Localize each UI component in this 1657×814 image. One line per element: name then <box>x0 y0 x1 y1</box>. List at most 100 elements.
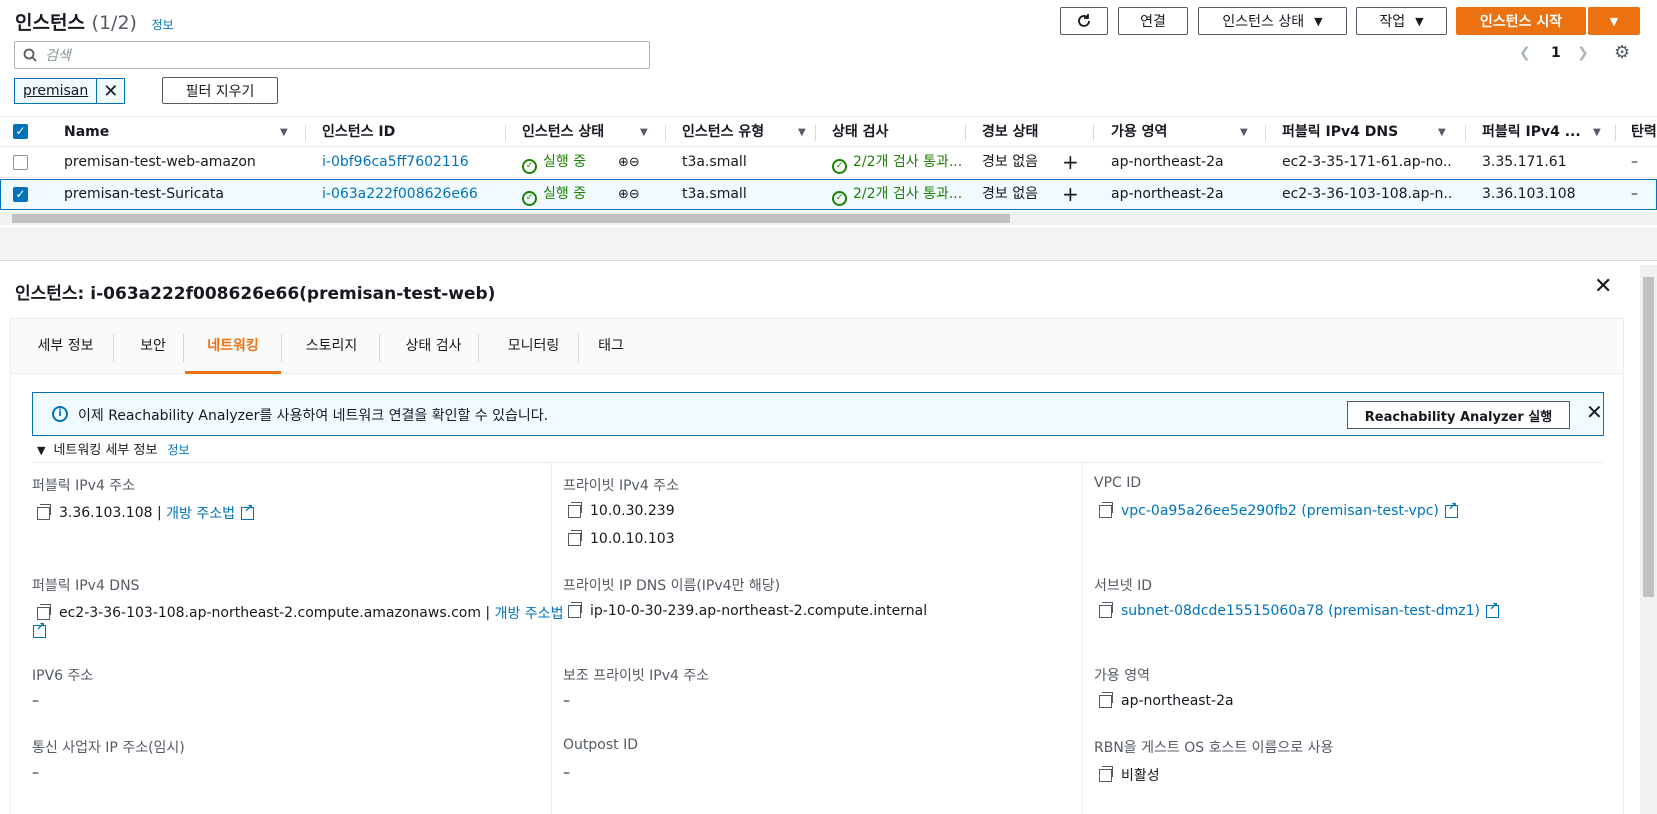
column-divider <box>965 125 966 141</box>
prev-page-icon[interactable]: ❮ <box>1519 45 1531 61</box>
secondary-private-ipv4-label: 보조 프라이빗 IPv4 주소 <box>563 668 710 684</box>
tab-monitoring[interactable]: 모니터링 <box>491 319 576 374</box>
cell-type: t3a.small <box>682 154 747 170</box>
row-checkbox[interactable]: ✓ <box>13 187 28 202</box>
tab-storage[interactable]: 스토리지 <box>294 319 369 374</box>
table-row[interactable]: premisan-test-web-amazon i-0bf96ca5ff760… <box>0 147 1657 178</box>
selection-count: (1/2) <box>91 12 137 34</box>
copy-icon[interactable] <box>1099 501 1113 518</box>
caret-down-icon: ▼ <box>1609 14 1619 28</box>
actions-dropdown[interactable]: 작업 ▼ <box>1356 7 1447 35</box>
copy-icon[interactable] <box>568 601 582 618</box>
cell-instance-id-link[interactable]: i-0bf96ca5ff7602116 <box>322 147 469 178</box>
open-address-link[interactable]: 개방 주소법 <box>495 603 564 623</box>
instance-state-dropdown[interactable]: 인스턴스 상태 ▼ <box>1198 7 1347 35</box>
az-text: ap-northeast-2a <box>1121 693 1234 709</box>
vertical-scrollbar[interactable] <box>1640 265 1657 814</box>
vpc-link[interactable]: vpc-0a95a26ee5e290fb2 (premisan-test-vpc… <box>1121 503 1439 519</box>
launch-instance-button[interactable]: 인스턴스 시작 <box>1456 7 1586 35</box>
external-link-icon[interactable] <box>33 620 46 642</box>
table-header: ✓ Name ▼ 인스턴스 ID 인스턴스 상태 ▼ 인스턴스 유형 ▼ 상태 … <box>0 116 1657 147</box>
clear-filters-label: 필터 지우기 <box>185 83 255 100</box>
col-instance-id[interactable]: 인스턴스 ID <box>322 117 482 148</box>
horizontal-scrollbar[interactable] <box>0 212 1657 225</box>
copy-icon[interactable] <box>1099 601 1113 618</box>
tab-details[interactable]: 세부 정보 <box>33 319 98 374</box>
ipv6-label: IPV6 주소 <box>32 668 94 684</box>
close-icon[interactable]: ✕ <box>1594 274 1612 299</box>
sort-icon[interactable]: ▼ <box>280 117 288 148</box>
tab-security[interactable]: 보안 <box>129 319 177 374</box>
col-name[interactable]: Name <box>64 117 264 148</box>
select-all-checkbox[interactable]: ✓ <box>13 124 28 139</box>
col-public-dns[interactable]: 퍼블릭 IPv4 DNS <box>1282 117 1422 148</box>
col-public-ipv4[interactable]: 퍼블릭 IPv4 ... <box>1482 117 1587 148</box>
info-link[interactable]: 정보 <box>167 443 189 457</box>
private-ipv4-value-2: 10.0.10.103 <box>568 529 675 547</box>
open-address-link[interactable]: 개방 주소법 <box>166 503 235 523</box>
secondary-private-ipv4-value: – <box>563 693 570 709</box>
copy-icon[interactable] <box>37 603 51 620</box>
row-checkbox[interactable] <box>13 155 28 170</box>
cell-status-check[interactable]: ✓ 2/2개 검사 통과... <box>832 147 966 178</box>
copy-icon[interactable] <box>568 501 582 518</box>
tab-status-checks[interactable]: 상태 검사 <box>391 319 476 374</box>
sort-icon[interactable]: ▼ <box>1240 117 1248 148</box>
launch-dropdown-button[interactable]: ▼ <box>1588 7 1640 35</box>
add-alarm-plus-icon[interactable]: + <box>1062 147 1079 178</box>
copy-icon[interactable] <box>568 529 582 546</box>
clear-filters-button[interactable]: 필터 지우기 <box>162 77 278 104</box>
tab-networking[interactable]: 네트워킹 <box>185 319 281 374</box>
copy-icon[interactable] <box>1099 765 1113 782</box>
sort-icon[interactable]: ▼ <box>640 117 648 148</box>
cell-instance-id-link[interactable]: i-063a222f008626e66 <box>322 179 478 210</box>
settings-gear-icon[interactable]: ⚙ <box>1614 42 1630 63</box>
col-instance-type[interactable]: 인스턴스 유형 <box>682 117 797 148</box>
check-circle-icon: ✓ <box>832 191 847 206</box>
zoom-icon[interactable]: ⊕⊖ <box>618 179 640 210</box>
external-link-icon[interactable] <box>1444 500 1458 518</box>
copy-icon[interactable] <box>1099 691 1113 708</box>
sort-icon[interactable]: ▼ <box>1593 117 1601 148</box>
search-input[interactable]: 검색 <box>14 41 650 69</box>
tab-tags[interactable]: 태그 <box>591 319 631 374</box>
col-availability-zone[interactable]: 가용 영역 <box>1111 117 1231 148</box>
page-number[interactable]: 1 <box>1551 45 1561 61</box>
copy-icon[interactable] <box>37 503 51 520</box>
close-icon[interactable]: ✕ <box>1586 400 1603 424</box>
sort-icon[interactable]: ▼ <box>798 117 806 148</box>
state-text: 실행 중 <box>543 154 587 170</box>
tab-divider <box>113 334 114 362</box>
col-alarm-status[interactable]: 경보 상태 <box>982 117 1082 148</box>
connect-button[interactable]: 연결 <box>1118 7 1188 35</box>
cell-az: ap-northeast-2a <box>1111 154 1224 170</box>
caret-down-icon: ▼ <box>1314 14 1323 28</box>
cell-status-check[interactable]: ✓ 2/2개 검사 통과... <box>832 179 966 210</box>
external-link-icon[interactable] <box>1486 600 1499 618</box>
reachability-analyzer-button[interactable]: Reachability Analyzer 실행 <box>1347 401 1570 429</box>
add-alarm-plus-icon[interactable]: + <box>1062 179 1079 210</box>
rbn-label: RBN을 게스트 OS 호스트 이름으로 사용 <box>1094 740 1334 756</box>
public-ipv4-text: 3.36.103.108 | <box>59 505 162 521</box>
col-status-check[interactable]: 상태 검사 <box>832 117 962 148</box>
col-instance-state[interactable]: 인스턴스 상태 <box>522 117 637 148</box>
sort-icon[interactable]: ▼ <box>1438 117 1446 148</box>
next-page-icon[interactable]: ❯ <box>1577 45 1589 61</box>
table-row-selected[interactable]: ✓ premisan-test-Suricata i-063a222f00862… <box>0 179 1657 210</box>
section-header[interactable]: ▼ 네트워킹 세부 정보 정보 <box>37 439 190 458</box>
info-link[interactable]: 정보 <box>152 18 174 32</box>
zoom-icon[interactable]: ⊕⊖ <box>618 147 640 178</box>
cell-type: t3a.small <box>682 186 747 202</box>
refresh-button[interactable] <box>1060 7 1108 35</box>
caret-down-icon: ▼ <box>37 444 46 457</box>
scrollbar-thumb[interactable] <box>12 214 1010 223</box>
subnet-link[interactable]: subnet-08dcde15515060a78 (premisan-test-… <box>1121 603 1480 619</box>
tab-divider <box>478 334 479 362</box>
search-placeholder: 검색 <box>45 48 71 64</box>
tab-divider <box>183 334 184 362</box>
col-elastic-ip[interactable]: 탄력 <box>1631 117 1657 148</box>
scrollbar-thumb[interactable] <box>1643 277 1654 597</box>
external-link-icon[interactable] <box>241 502 254 520</box>
close-icon[interactable]: ✕ <box>96 79 124 103</box>
filter-token[interactable]: premisan ✕ <box>14 78 126 104</box>
